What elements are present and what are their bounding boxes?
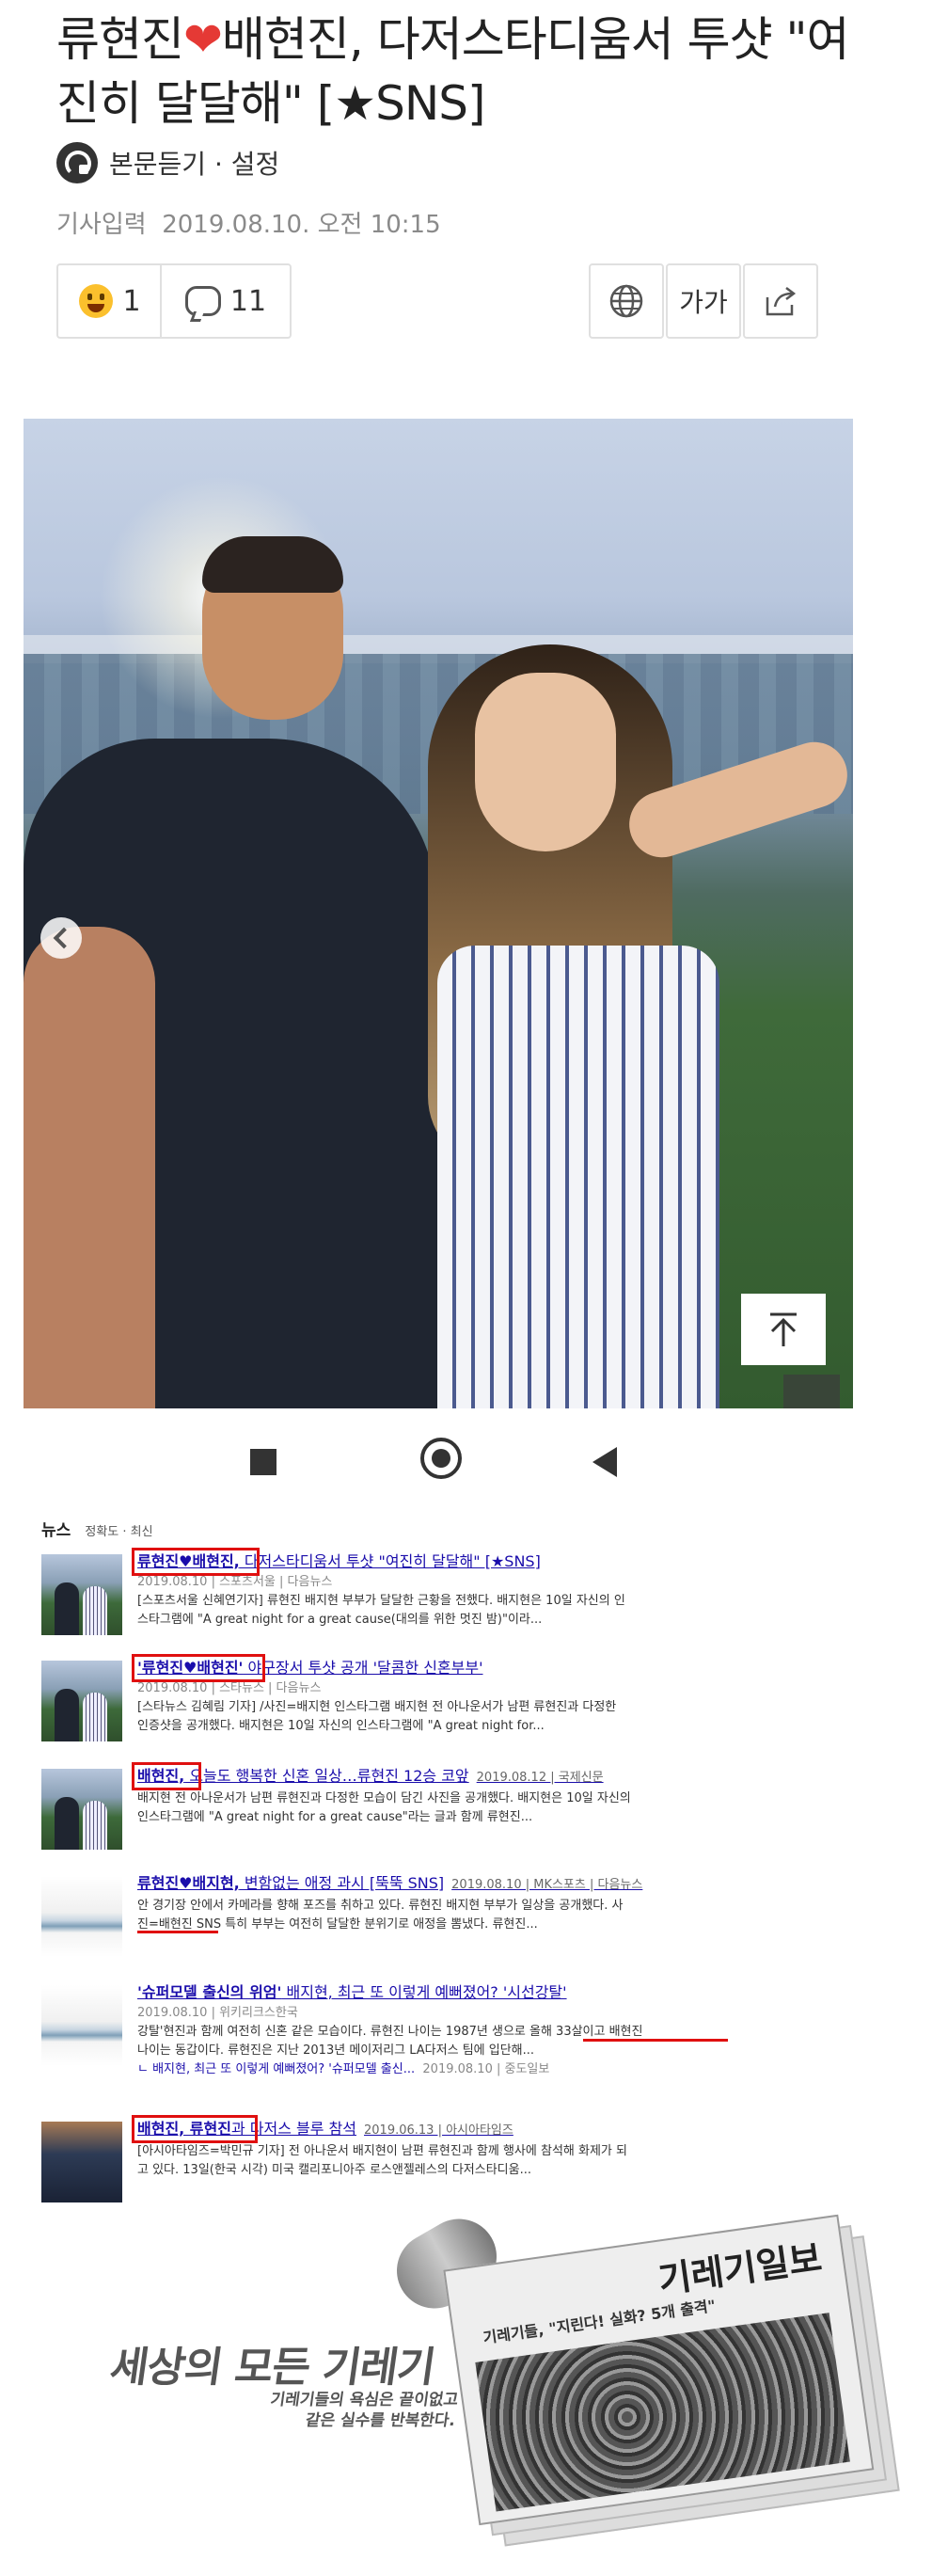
related-article[interactable]: ㄴ 배지현, 최근 또 이렇게 예뻐졌어? '슈퍼모델 출신... 2019.0… xyxy=(137,2060,777,2079)
news-sort-options[interactable]: 정확도 · 최신 xyxy=(85,1525,152,1539)
headphone-icon[interactable] xyxy=(56,142,98,183)
result-meta: 2019.08.10 | 위키리크스한국 xyxy=(137,2006,298,2020)
arrow-up-icon xyxy=(770,1312,797,1346)
result-snippet: [스포츠서울 신혜연기자] 류현진 배지현 부부가 달달한 근황을 전했다. 배… xyxy=(137,1594,625,1627)
highlight-underline xyxy=(137,1931,218,1933)
highlight-box xyxy=(132,1548,260,1576)
expand-icon[interactable] xyxy=(783,1375,840,1408)
result-meta: 2019.08.10 | 스타뉴스 | 다음뉴스 xyxy=(137,1681,322,1695)
paper-front: 기레기일보 기레기들, "지린다! 실화? 5개 출격" xyxy=(443,2214,875,2526)
home-icon[interactable] xyxy=(420,1438,462,1479)
result-title[interactable]: 류현진♥배지현, 변함없는 애정 과시 [뚝뚝 SNS] 2019.08.10 |… xyxy=(137,1872,777,1897)
back-icon[interactable] xyxy=(592,1447,617,1477)
result-thumbnail[interactable] xyxy=(41,1876,122,1957)
result-title[interactable]: 배현진, 오늘도 행복한 신혼 일상…류현진 12승 코앞 2019.08.12 … xyxy=(137,1765,777,1789)
comment-button[interactable]: 11 xyxy=(160,263,292,339)
woman-dress xyxy=(437,946,719,1408)
man-hair xyxy=(202,536,343,593)
comment-count: 11 xyxy=(229,284,267,318)
watermark-title: 세상의 모든 기레기 xyxy=(106,2344,438,2392)
share-icon xyxy=(766,287,797,316)
highlight-underline xyxy=(583,2039,728,2042)
font-size-icon: 가가 xyxy=(679,287,728,318)
result-snippet: 배지현 전 아나운서가 남편 류현진과 다정한 모습이 담긴 사진을 공개했다.… xyxy=(137,1791,631,1824)
highlight-box xyxy=(132,2115,258,2143)
article-date: 기사입력 2019.08.10. 오전 10:15 xyxy=(56,205,441,240)
article-headline: 류현진❤배현진, 다저스타디움서 투샷 "여진히 달달해" [★SNS] xyxy=(56,8,884,135)
newspaper-stack: 기레기일보 기레기들, "지린다! 실화? 5개 출격" xyxy=(443,2211,901,2550)
result-snippet: [스타뉴스 김혜림 기자] /사진=배지현 인스타그램 배지현 전 아나운서가 … xyxy=(137,1700,617,1733)
speech-bubble-icon xyxy=(184,286,221,316)
result-thumbnail[interactable] xyxy=(41,1554,122,1635)
result-thumbnail[interactable] xyxy=(41,2122,122,2202)
result-snippet: [아시아타임즈=박민규 기자] 전 아나운서 배지현이 남편 류현진과 함께 행… xyxy=(137,2144,627,2177)
share-button[interactable] xyxy=(743,263,818,339)
smile-emoji-icon xyxy=(79,284,114,318)
reaction-count: 1 xyxy=(122,284,141,318)
news-tab-header: 뉴스 정확도 · 최신 xyxy=(41,1517,153,1540)
news-tab-title[interactable]: 뉴스 xyxy=(41,1521,71,1540)
result-title[interactable]: '슈퍼모델 출신의 위엄' 배지현, 최근 또 이렇게 예뻐졌어? '시선강탈' xyxy=(137,1981,777,2004)
date-label: 기사입력 xyxy=(56,211,147,239)
date-value: 2019.08.10. 오전 10:15 xyxy=(162,211,441,239)
scroll-top-button[interactable] xyxy=(741,1294,826,1365)
result-snippet: 강탈'현진과 함께 여전히 신혼 같은 모습이다. 류현진 나이는 1987년 … xyxy=(137,2025,643,2058)
globe-icon xyxy=(609,284,643,318)
article-photo[interactable] xyxy=(24,419,853,1408)
result-meta: 2019.08.10 | 스포츠서울 | 다음뉴스 xyxy=(137,1575,333,1589)
result-thumbnail[interactable] xyxy=(41,1661,122,1741)
system-navigation-bar xyxy=(0,1408,932,1515)
result-snippet: 안 경기장 안에서 카메라를 향해 포즈를 취하고 있다. 류현진 배지현 부부… xyxy=(137,1899,624,1932)
listen-settings[interactable]: 본문듣기 · 설정 xyxy=(56,139,279,186)
chevron-left-icon[interactable] xyxy=(40,917,82,959)
watermark-subtitle: 기레기들의 욕심은 끝이없고 같은 실수를 반복한다. xyxy=(269,2391,460,2430)
man-arm xyxy=(24,927,155,1408)
font-size-button[interactable]: 가가 xyxy=(666,263,741,339)
listen-label[interactable]: 본문듣기 · 설정 xyxy=(109,144,279,182)
heart-icon: ❤ xyxy=(183,12,223,67)
headline-part1: 류현진 xyxy=(56,12,184,67)
recents-icon[interactable] xyxy=(250,1449,276,1475)
reaction-button[interactable]: 1 xyxy=(56,263,162,339)
highlight-box xyxy=(132,1654,265,1682)
globe-button[interactable] xyxy=(589,263,664,339)
result-thumbnail[interactable] xyxy=(41,1985,122,2066)
woman-face xyxy=(475,673,616,851)
result-thumbnail[interactable] xyxy=(41,1769,122,1850)
highlight-box xyxy=(132,1762,201,1790)
